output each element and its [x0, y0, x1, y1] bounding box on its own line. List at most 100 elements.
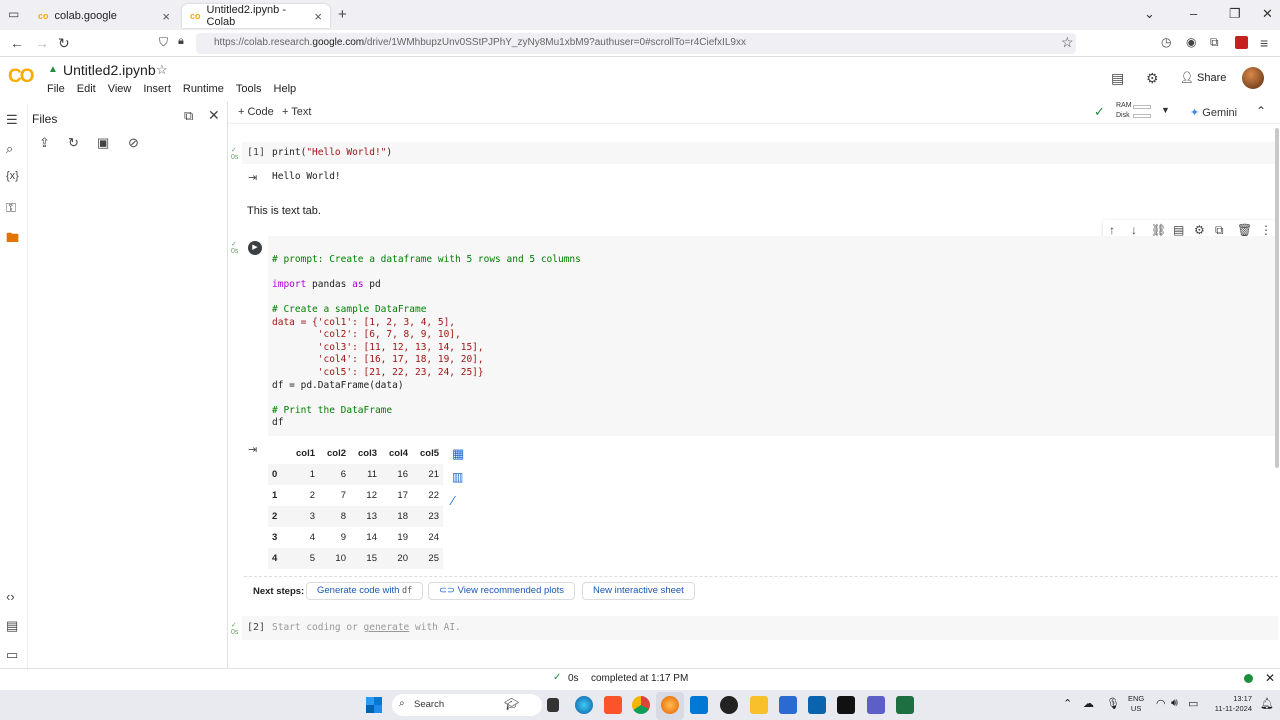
- close-status-icon[interactable]: ✕: [1265, 671, 1275, 685]
- gemini-button[interactable]: ✦ Gemini: [1190, 106, 1237, 119]
- menu-insert[interactable]: Insert: [143, 83, 171, 95]
- outlook-icon[interactable]: [808, 696, 826, 714]
- menu-help[interactable]: Help: [274, 83, 297, 95]
- share-button[interactable]: 👤︎ Share: [1180, 71, 1226, 84]
- open-in-tab-icon[interactable]: ⧉: [184, 108, 193, 124]
- history-icon[interactable]: ◷: [1161, 35, 1171, 49]
- capcut-icon[interactable]: [837, 696, 855, 714]
- store-icon[interactable]: [779, 696, 797, 714]
- more-options-icon[interactable]: ⋮: [1260, 223, 1272, 237]
- delete-icon[interactable]: 🗑︎: [1237, 223, 1252, 237]
- language-indicator[interactable]: ENG US: [1128, 694, 1144, 714]
- view-recommended-plots-button[interactable]: ⊂⊃ View recommended plots: [428, 582, 576, 600]
- restore-icon[interactable]: ❐: [1229, 6, 1241, 22]
- new-interactive-sheet-button[interactable]: New interactive sheet: [582, 582, 695, 600]
- brave-icon[interactable]: [604, 696, 622, 714]
- shield-icon[interactable]: ⛉: [159, 35, 168, 50]
- close-tab-icon[interactable]: ×: [314, 9, 322, 24]
- execution-count[interactable]: [2]: [247, 622, 265, 633]
- lock-icon[interactable]: 🔒︎: [178, 35, 184, 48]
- browser-menu-icon[interactable]: ≡: [1260, 35, 1268, 51]
- table-of-contents-icon[interactable]: ☰: [6, 112, 18, 128]
- secrets-key-icon[interactable]: ⚿: [6, 200, 16, 216]
- volume-icon[interactable]: 🔊︎: [1171, 697, 1178, 710]
- generate-link[interactable]: generate: [364, 622, 410, 633]
- text-cell[interactable]: This is text tab.: [247, 205, 321, 217]
- start-windows-icon[interactable]: [366, 697, 382, 713]
- bookmark-star-icon[interactable]: ☆: [1061, 34, 1074, 51]
- close-window-icon[interactable]: ✕: [1262, 6, 1273, 22]
- avatar[interactable]: [1242, 67, 1264, 89]
- move-down-icon[interactable]: ↓: [1131, 223, 1137, 237]
- menu-edit[interactable]: Edit: [77, 83, 96, 95]
- edge-icon[interactable]: [575, 696, 593, 714]
- back-icon[interactable]: ←: [10, 35, 24, 51]
- tab-colab-google[interactable]: co colab.google ×: [30, 4, 178, 28]
- address-bar[interactable]: https://colab.research.google.com/drive/…: [196, 33, 1076, 54]
- link-icon[interactable]: ⛓: [1151, 223, 1166, 237]
- command-palette-icon[interactable]: ▤: [6, 618, 18, 634]
- extension-badge-icon[interactable]: [1235, 36, 1248, 49]
- obs-icon[interactable]: [720, 696, 738, 714]
- code-snippets-icon[interactable]: ‹›: [6, 589, 15, 604]
- mount-drive-icon[interactable]: ▣: [97, 135, 109, 151]
- account-icon[interactable]: ◉: [1186, 35, 1196, 49]
- extensions-icon[interactable]: ⧉: [1210, 35, 1219, 50]
- comments-icon[interactable]: ▤: [1111, 70, 1124, 87]
- run-cell-button[interactable]: ▶: [248, 241, 262, 255]
- file-explorer-icon[interactable]: [750, 696, 768, 714]
- cell-settings-icon[interactable]: ⚙: [1194, 223, 1205, 237]
- comment-icon[interactable]: ▤: [1173, 223, 1184, 237]
- firefox-icon[interactable]: [661, 696, 679, 714]
- generate-code-button[interactable]: Generate code with df: [306, 582, 424, 600]
- menu-view[interactable]: View: [108, 83, 132, 95]
- battery-icon[interactable]: ▭: [1188, 697, 1198, 710]
- excel-icon[interactable]: [896, 696, 914, 714]
- onedrive-icon[interactable]: ☁: [1083, 697, 1094, 710]
- colab-logo[interactable]: CO: [8, 66, 34, 88]
- move-up-icon[interactable]: ↑: [1109, 223, 1115, 237]
- menu-tools[interactable]: Tools: [236, 83, 262, 95]
- menu-runtime[interactable]: Runtime: [183, 83, 224, 95]
- tab-list-icon[interactable]: ▭: [8, 7, 19, 21]
- add-code-button[interactable]: + Code: [238, 106, 274, 118]
- microphone-icon[interactable]: 🎙︎: [1106, 697, 1120, 710]
- settings-gear-icon[interactable]: ⚙: [1146, 70, 1159, 87]
- menu-file[interactable]: File: [47, 83, 65, 95]
- convert-to-table-icon[interactable]: ▦: [452, 446, 464, 462]
- terminal-icon[interactable]: ▭: [6, 647, 18, 663]
- vscode-icon[interactable]: [690, 696, 708, 714]
- tab-untitled2[interactable]: co Untitled2.ipynb - Colab ×: [182, 4, 330, 28]
- hide-files-icon[interactable]: ⊘: [128, 135, 139, 151]
- collapse-header-icon[interactable]: ⌃: [1256, 104, 1266, 118]
- upload-file-icon[interactable]: ⇪: [39, 135, 50, 151]
- add-text-button[interactable]: + Text: [282, 106, 311, 118]
- cell3-placeholder[interactable]: Start coding or generate with AI.: [272, 622, 461, 635]
- execution-count[interactable]: [1]: [247, 147, 265, 158]
- clock[interactable]: 13:17 11-11-2024: [1208, 694, 1252, 714]
- wifi-icon[interactable]: ◠: [1156, 697, 1166, 710]
- output-toggle-icon[interactable]: ⇥: [248, 443, 257, 456]
- new-tab-button[interactable]: +: [338, 6, 347, 23]
- status-message[interactable]: completed at 1:17 PM: [591, 673, 688, 684]
- ram-meter[interactable]: [1133, 105, 1151, 109]
- taskbar-search[interactable]: ⌕ Search 🎓︎: [392, 694, 542, 716]
- notebook-title[interactable]: Untitled2.ipynb: [63, 62, 156, 78]
- scrollbar[interactable]: [1275, 128, 1279, 468]
- teams-icon[interactable]: [867, 696, 885, 714]
- forward-icon[interactable]: →: [35, 35, 49, 51]
- tab-dropdown-icon[interactable]: ⌄: [1144, 6, 1155, 22]
- disk-meter[interactable]: [1133, 114, 1151, 118]
- task-view-icon[interactable]: [547, 698, 559, 712]
- close-tab-icon[interactable]: ×: [162, 9, 170, 24]
- refresh-icon[interactable]: ↻: [68, 135, 79, 151]
- chrome-icon[interactable]: [632, 696, 650, 714]
- show-hidden-icons[interactable]: ⌃: [1063, 697, 1072, 710]
- star-icon[interactable]: ☆: [156, 62, 168, 78]
- reload-icon[interactable]: ↻: [58, 35, 70, 52]
- suggest-charts-icon[interactable]: ▥: [452, 470, 463, 484]
- code-cell-1[interactable]: [1] print("Hello World!"): [242, 142, 1278, 164]
- code-cell-2[interactable]: # prompt: Create a dataframe with 5 rows…: [268, 236, 1278, 436]
- search-icon[interactable]: ⌕: [6, 141, 13, 157]
- notifications-icon[interactable]: 🔔︎: [1260, 697, 1274, 710]
